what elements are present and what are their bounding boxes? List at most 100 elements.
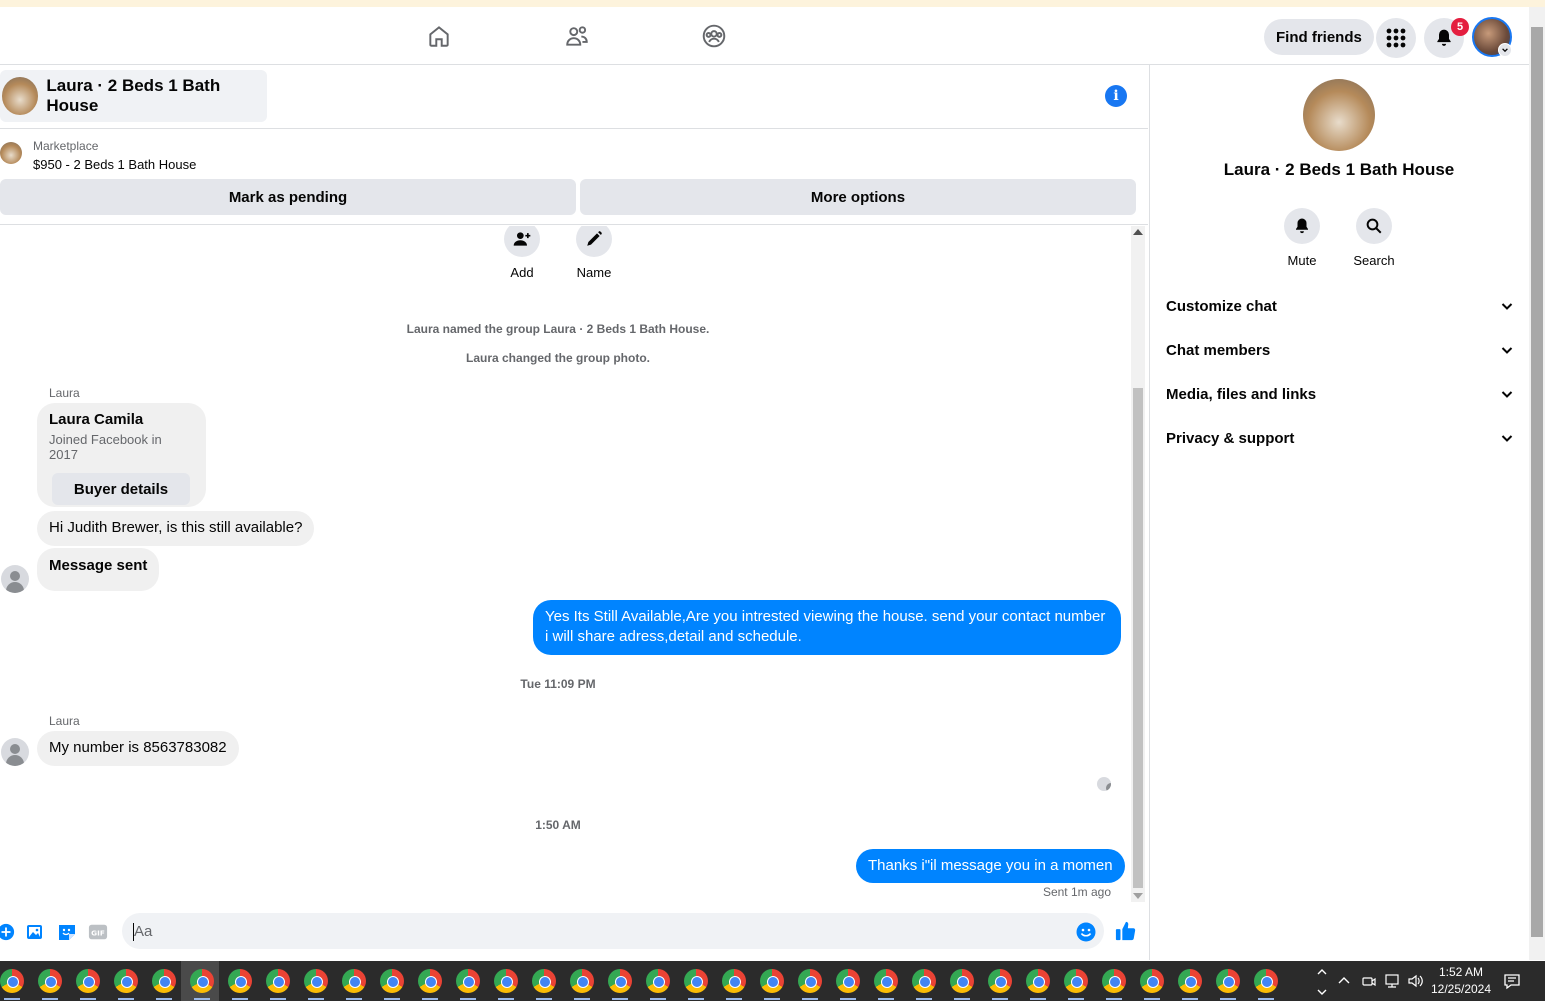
browser-taskbar-icon[interactable]: [874, 969, 898, 993]
listing-price-title[interactable]: $950 - 2 Beds 1 Bath House: [33, 157, 196, 172]
browser-taskbar-icon[interactable]: [38, 969, 62, 993]
listing-thumbnail[interactable]: [0, 142, 22, 164]
find-friends-button[interactable]: Find friends: [1264, 19, 1374, 55]
notification-center-button[interactable]: [1503, 961, 1521, 1001]
tray-network[interactable]: [1383, 961, 1401, 1001]
browser-taskbar-icon[interactable]: [114, 969, 138, 993]
bell-icon: [1296, 218, 1308, 234]
search-button[interactable]: [1356, 208, 1392, 244]
more-options-button[interactable]: More options: [580, 179, 1136, 215]
search-label: Search: [1353, 253, 1395, 268]
sticker-button[interactable]: [57, 922, 77, 942]
sender-avatar[interactable]: [1, 565, 29, 593]
browser-taskbar-icon[interactable]: [1102, 969, 1126, 993]
browser-taskbar-icon[interactable]: [684, 969, 708, 993]
name-group-action[interactable]: Name: [564, 226, 624, 280]
group-photo: [2, 77, 39, 115]
account-menu-button[interactable]: [1498, 43, 1512, 57]
panel-title: Laura · 2 Beds 1 Bath House: [1223, 160, 1455, 179]
my-message-bubble[interactable]: Yes Its Still Available,Are you intreste…: [533, 600, 1121, 655]
browser-taskbar-icon[interactable]: [1064, 969, 1088, 993]
group-photo-large[interactable]: [1303, 79, 1375, 151]
section-label: Customize chat: [1166, 297, 1277, 315]
browser-taskbar-icon[interactable]: [456, 969, 480, 993]
page-scrollbar[interactable]: [1529, 7, 1545, 960]
section-chat-members[interactable]: Chat members: [1166, 330, 1514, 370]
section-privacy-support[interactable]: Privacy & support: [1166, 418, 1514, 458]
browser-taskbar-icon[interactable]: [494, 969, 518, 993]
browser-taskbar-icon[interactable]: [1254, 969, 1278, 993]
browser-taskbar-icon[interactable]: [190, 969, 214, 993]
mute-action[interactable]: Mute: [1272, 208, 1332, 268]
buyer-details-button[interactable]: Buyer details: [52, 473, 190, 505]
browser-taskbar-icon[interactable]: [1140, 969, 1164, 993]
browser-taskbar-icon[interactable]: [266, 969, 290, 993]
browser-taskbar-icon[interactable]: [760, 969, 784, 993]
my-message-bubble[interactable]: Thanks i"il message you in a momen: [856, 849, 1125, 883]
browser-taskbar-icon[interactable]: [418, 969, 442, 993]
browser-taskbar-icon[interactable]: [798, 969, 822, 993]
emoji-button[interactable]: [1076, 922, 1096, 942]
gif-button[interactable]: GIF: [88, 922, 108, 942]
add-member-button[interactable]: [504, 226, 540, 257]
tray-meet-now[interactable]: [1361, 961, 1377, 1001]
scroll-up-arrow[interactable]: [1133, 229, 1143, 235]
attach-photo-button[interactable]: [25, 922, 45, 942]
message-bubble[interactable]: Message sent: [37, 548, 160, 591]
scroll-down-arrow[interactable]: [1133, 893, 1143, 899]
browser-taskbar-icon[interactable]: [76, 969, 100, 993]
home-tab[interactable]: [419, 19, 459, 53]
page-scrollbar-thumb[interactable]: [1531, 27, 1543, 937]
tray-overflow-button[interactable]: [1337, 961, 1351, 1001]
like-button[interactable]: [1115, 920, 1137, 942]
section-media-files-links[interactable]: Media, files and links: [1166, 374, 1514, 414]
browser-taskbar-icon[interactable]: [608, 969, 632, 993]
more-actions-button[interactable]: [0, 922, 16, 942]
browser-taskbar-icon[interactable]: [988, 969, 1012, 993]
taskbar-scroll[interactable]: [1316, 961, 1328, 1001]
taskbar-running-indicator: [1144, 998, 1160, 1000]
browser-taskbar-icon[interactable]: [950, 969, 974, 993]
browser-taskbar-icon[interactable]: [1178, 969, 1202, 993]
message-scrollbar[interactable]: [1131, 226, 1145, 902]
friends-tab[interactable]: [557, 19, 597, 53]
menu-button[interactable]: [1376, 18, 1416, 58]
browser-taskbar-icon[interactable]: [380, 969, 404, 993]
browser-top-strip: [0, 0, 1545, 7]
browser-taskbar-icon[interactable]: [722, 969, 746, 993]
browser-taskbar-icon[interactable]: [532, 969, 556, 993]
browser-taskbar-icon[interactable]: [0, 969, 24, 993]
browser-taskbar-icon[interactable]: [912, 969, 936, 993]
browser-taskbar-icon[interactable]: [1216, 969, 1240, 993]
taskbar-clock[interactable]: 1:52 AM 12/25/2024: [1425, 964, 1497, 998]
pencil-icon: [587, 231, 602, 246]
mute-button[interactable]: [1284, 208, 1320, 244]
groups-tab[interactable]: [694, 19, 734, 53]
search-action[interactable]: Search: [1344, 208, 1404, 268]
taskbar-running-indicator: [1220, 998, 1236, 1000]
tray-volume[interactable]: [1407, 961, 1425, 1001]
chat-title-button[interactable]: Laura · 2 Beds 1 Bath House: [0, 70, 267, 122]
name-group-button[interactable]: [576, 226, 612, 257]
browser-taskbar-icon[interactable]: [836, 969, 860, 993]
browser-taskbar-icon[interactable]: [342, 969, 366, 993]
add-member-action[interactable]: Add: [492, 226, 552, 280]
message-bubble[interactable]: Hi Judith Brewer, is this still availabl…: [37, 511, 315, 546]
browser-taskbar-icon[interactable]: [570, 969, 594, 993]
browser-taskbar-icon[interactable]: [152, 969, 176, 993]
message-bubble[interactable]: My number is 8563783082: [37, 731, 239, 766]
browser-taskbar-icon[interactable]: [646, 969, 670, 993]
message-scrollbar-thumb[interactable]: [1133, 388, 1143, 888]
mark-as-pending-button[interactable]: Mark as pending: [0, 179, 576, 215]
section-customize-chat[interactable]: Customize chat: [1166, 286, 1514, 326]
browser-taskbar-icon[interactable]: [228, 969, 252, 993]
browser-taskbar-icon[interactable]: [304, 969, 328, 993]
browser-taskbar-icon[interactable]: [1026, 969, 1050, 993]
message-input[interactable]: [122, 913, 1104, 949]
sender-avatar[interactable]: [1, 738, 29, 766]
taskbar-running-indicator: [498, 998, 514, 1000]
section-label: Media, files and links: [1166, 385, 1317, 403]
taskbar-running-indicator: [194, 998, 210, 1000]
buyer-joined: Joined Facebook in 2017: [49, 432, 162, 462]
info-icon[interactable]: i: [1105, 85, 1127, 107]
